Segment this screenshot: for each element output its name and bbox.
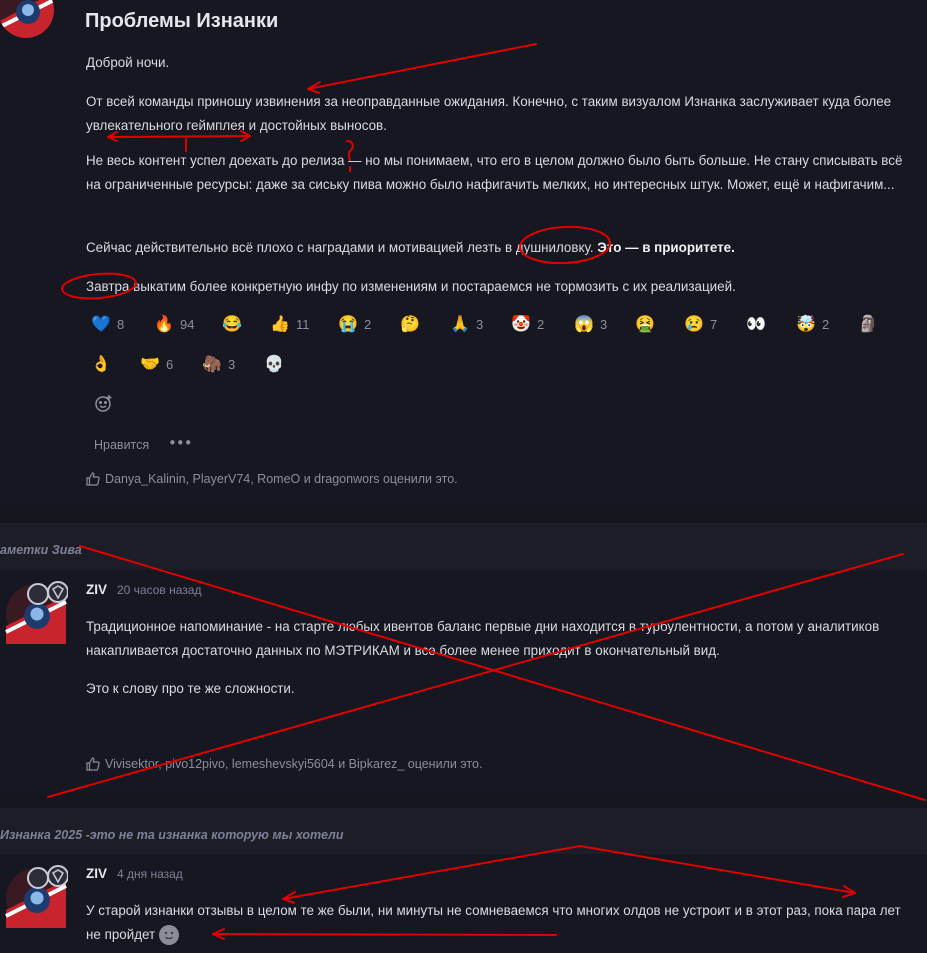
author-name[interactable]: ZIV	[86, 866, 107, 881]
reaction-count: 2	[537, 316, 545, 332]
paragraph: Не весь контент успел доехать до релиза …	[86, 153, 903, 192]
paragraph: Традиционное напоминание - на старте люб…	[86, 619, 880, 658]
ok-hand-icon: 👌	[91, 356, 111, 373]
laughing-icon: 😂	[222, 316, 242, 333]
moai-icon: 🗿	[858, 316, 878, 333]
paragraph-text: Сейчас действительно всё плохо с награда…	[86, 240, 598, 255]
reaction[interactable]: 🤔	[400, 314, 420, 334]
sad-tear-icon: 😢	[684, 316, 704, 333]
reaction-count: 11	[296, 316, 310, 332]
avatar[interactable]	[4, 576, 68, 644]
reaction[interactable]: 🗿	[858, 314, 878, 334]
handshake-icon: 🤝	[140, 356, 160, 373]
reaction[interactable]: 😂	[222, 314, 242, 334]
post-time[interactable]: 4 дня назад	[117, 867, 183, 881]
thinking-icon: 🤔	[400, 316, 420, 333]
paragraph: Это к слову про те же сложности.	[86, 681, 295, 696]
mammoth-icon: 🦣	[202, 356, 222, 373]
post-3: ZIV 4 дня назад У старой изнанки отзывы …	[0, 854, 927, 953]
skull-icon: 💀	[264, 356, 284, 373]
post-1: Проблемы Изнанки Доброй ночи. От всей ко…	[0, 0, 927, 507]
thread-title[interactable]: Изнанка 2025 -это не та изнанка которую …	[0, 828, 343, 842]
paragraph-text: У старой изнанки отзывы в целом те же бы…	[86, 903, 901, 942]
reaction[interactable]: 🤯 2	[796, 314, 829, 334]
likers-text[interactable]: Vivisektor, pivo12pivo, lemeshevskyi5604…	[105, 757, 482, 771]
reaction-count: 3	[600, 316, 608, 332]
reaction[interactable]: 💀	[264, 354, 284, 374]
thumbs-up-icon	[86, 757, 100, 771]
more-options-button[interactable]: •••	[168, 434, 193, 452]
reaction[interactable]: 😱 3	[574, 314, 607, 334]
thumbs-up-icon	[86, 472, 100, 486]
reaction-count: 3	[228, 356, 236, 372]
reaction[interactable]: 🤮	[635, 314, 655, 334]
reaction[interactable]: 🙏 3	[450, 314, 483, 334]
vomit-icon: 🤮	[635, 316, 655, 333]
pray-icon: 🙏	[450, 316, 470, 333]
thread-header: аметки Зива	[0, 523, 927, 570]
like-button[interactable]: Нравится	[94, 438, 149, 452]
clown-icon: 🤡	[511, 316, 531, 333]
reaction[interactable]: 👌	[91, 354, 111, 374]
blue-heart-icon: 💙	[91, 316, 111, 333]
likers-line: Vivisektor, pivo12pivo, lemeshevskyi5604…	[86, 757, 482, 771]
author-name[interactable]: ZIV	[86, 582, 107, 597]
reaction[interactable]: 🤝 6	[140, 354, 173, 374]
reaction-count: 3	[476, 316, 484, 332]
smiley-icon	[158, 925, 179, 946]
reaction[interactable]: 😭 2	[338, 314, 371, 334]
post-title: Проблемы Изнанки	[85, 10, 279, 32]
reaction[interactable]: 🦣 3	[202, 354, 235, 374]
reaction-count: 2	[822, 316, 830, 332]
reaction-count: 8	[117, 316, 125, 332]
fire-icon: 🔥	[154, 316, 174, 333]
reaction-count: 94	[180, 316, 195, 332]
reaction[interactable]: 👍 11	[270, 314, 310, 334]
reaction[interactable]: 😢 7	[684, 314, 717, 334]
reaction-count: 2	[364, 316, 372, 332]
paragraph-bold: Это — в приоритете.	[597, 240, 735, 255]
post-time[interactable]: 20 часов назад	[117, 583, 201, 597]
reaction[interactable]: 💙 8	[91, 314, 124, 334]
paragraph: У старой изнанки отзывы в целом те же бы…	[86, 899, 916, 947]
likers-text[interactable]: Danya_Kalinin, PlayerV74, RomeO и dragon…	[105, 472, 458, 486]
reaction-count: 7	[710, 316, 718, 332]
avatar[interactable]	[4, 860, 68, 928]
thumbs-up-icon: 👍	[270, 316, 290, 333]
avatar[interactable]	[0, 0, 54, 38]
reaction[interactable]: 🔥 94	[154, 314, 194, 334]
crying-icon: 😭	[338, 316, 358, 333]
paragraph: Завтра выкатим более конкретную инфу по …	[86, 279, 736, 294]
add-reaction-icon[interactable]	[94, 393, 114, 413]
post-2: ZIV 20 часов назад Традиционное напомина…	[0, 570, 927, 794]
scream-icon: 😱	[574, 316, 594, 333]
reaction-count: 6	[166, 356, 174, 372]
thread-title[interactable]: аметки Зива	[0, 543, 82, 557]
reaction[interactable]: 🤡 2	[511, 314, 544, 334]
thread-header: Изнанка 2025 -это не та изнанка которую …	[0, 808, 927, 854]
reaction[interactable]: 👀	[746, 314, 766, 334]
eyes-icon: 👀	[746, 316, 766, 333]
mind-blown-icon: 🤯	[796, 316, 816, 333]
paragraph: Сейчас действительно всё плохо с награда…	[86, 236, 916, 260]
likers-line: Danya_Kalinin, PlayerV74, RomeO и dragon…	[86, 472, 458, 486]
paragraph: От всей команды приношу извинения за нео…	[86, 94, 892, 133]
paragraph: Доброй ночи.	[86, 55, 170, 70]
